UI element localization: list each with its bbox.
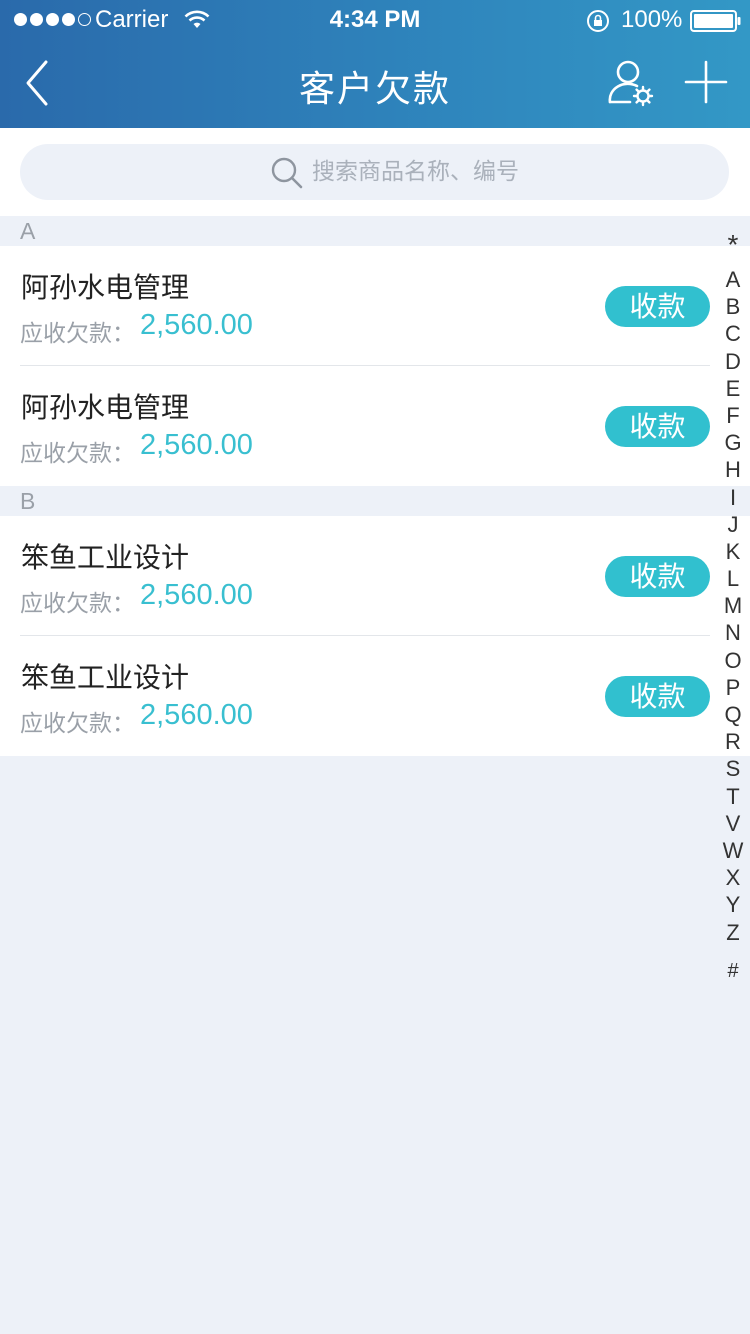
index-letter[interactable]: M	[716, 592, 750, 619]
collect-payment-button[interactable]: 收款	[605, 406, 710, 447]
index-letter[interactable]: F	[716, 402, 750, 429]
index-letter[interactable]: D	[716, 348, 750, 375]
user-settings-icon	[608, 60, 654, 107]
index-letter[interactable]: *	[716, 228, 750, 266]
battery-percent: 100%	[621, 6, 683, 33]
index-letter[interactable]: P	[716, 674, 750, 701]
index-letter[interactable]: Q	[716, 701, 750, 728]
rotation-lock-icon	[587, 10, 609, 32]
collect-payment-button[interactable]: 收款	[605, 556, 710, 597]
index-letter[interactable]: G	[716, 429, 750, 456]
add-button[interactable]	[682, 58, 730, 106]
search-icon	[271, 157, 303, 189]
index-letter[interactable]: H	[716, 456, 750, 483]
user-settings-button[interactable]	[606, 58, 656, 108]
customer-name: 笨鱼工业设计	[21, 661, 190, 694]
collect-payment-button[interactable]: 收款	[605, 676, 710, 717]
section-header-a: A	[0, 216, 750, 246]
index-letter[interactable]: E	[716, 375, 750, 402]
index-letter[interactable]: W	[716, 837, 750, 864]
index-letter[interactable]: A	[716, 266, 750, 293]
index-letter[interactable]: S	[716, 755, 750, 782]
search-input[interactable]	[312, 152, 692, 192]
search-box[interactable]	[20, 144, 729, 200]
collect-payment-button[interactable]: 收款	[605, 286, 710, 327]
index-letter[interactable]: R	[716, 728, 750, 755]
debt-amount: 2,560.00	[140, 699, 253, 731]
app-header: Carrier 4:34 PM 100% 客户欠款	[0, 0, 750, 128]
list-item[interactable]: 阿孙水电管理 应收欠款： 2,560.00 收款	[0, 366, 750, 486]
index-letter[interactable]: T	[716, 783, 750, 810]
list-item[interactable]: 笨鱼工业设计 应收欠款： 2,560.00 收款	[0, 636, 750, 756]
index-letter[interactable]: Y	[716, 891, 750, 918]
index-letter[interactable]: V	[716, 810, 750, 837]
customer-name: 阿孙水电管理	[21, 391, 190, 424]
index-letter[interactable]: X	[716, 864, 750, 891]
debt-amount: 2,560.00	[140, 309, 253, 341]
index-letter[interactable]: O	[716, 647, 750, 674]
alphabet-index-bar[interactable]: * A B C D E F G H I J K L M N O P Q R S …	[716, 228, 750, 985]
debt-label: 应收欠款：	[20, 321, 135, 347]
index-letter[interactable]: C	[716, 320, 750, 347]
index-letter[interactable]: I	[716, 484, 750, 511]
section-list-a: 阿孙水电管理 应收欠款： 2,560.00 收款 阿孙水电管理 应收欠款： 2,…	[0, 246, 750, 486]
index-letter[interactable]: J	[716, 511, 750, 538]
search-area	[0, 128, 750, 216]
nav-bar: 客户欠款	[0, 40, 750, 128]
plus-icon	[684, 60, 728, 104]
debt-label: 应收欠款：	[20, 441, 135, 467]
index-letter[interactable]: K	[716, 538, 750, 565]
battery-icon	[690, 10, 741, 32]
debt-label: 应收欠款：	[20, 711, 135, 737]
customer-name: 阿孙水电管理	[21, 271, 190, 304]
status-bar: Carrier 4:34 PM 100%	[0, 0, 750, 40]
index-letter[interactable]: Z	[716, 919, 750, 946]
index-letter[interactable]: L	[716, 565, 750, 592]
index-letter[interactable]: #	[716, 958, 750, 985]
debt-amount: 2,560.00	[140, 429, 253, 461]
customer-name: 笨鱼工业设计	[21, 541, 190, 574]
debt-amount: 2,560.00	[140, 579, 253, 611]
index-letter[interactable]: N	[716, 619, 750, 646]
section-header-b: B	[0, 486, 750, 516]
index-letter[interactable]: B	[716, 293, 750, 320]
debt-label: 应收欠款：	[20, 591, 135, 617]
list-item[interactable]: 笨鱼工业设计 应收欠款： 2,560.00 收款	[0, 516, 750, 636]
section-list-b: 笨鱼工业设计 应收欠款： 2,560.00 收款 笨鱼工业设计 应收欠款： 2,…	[0, 516, 750, 756]
list-item[interactable]: 阿孙水电管理 应收欠款： 2,560.00 收款	[0, 246, 750, 366]
